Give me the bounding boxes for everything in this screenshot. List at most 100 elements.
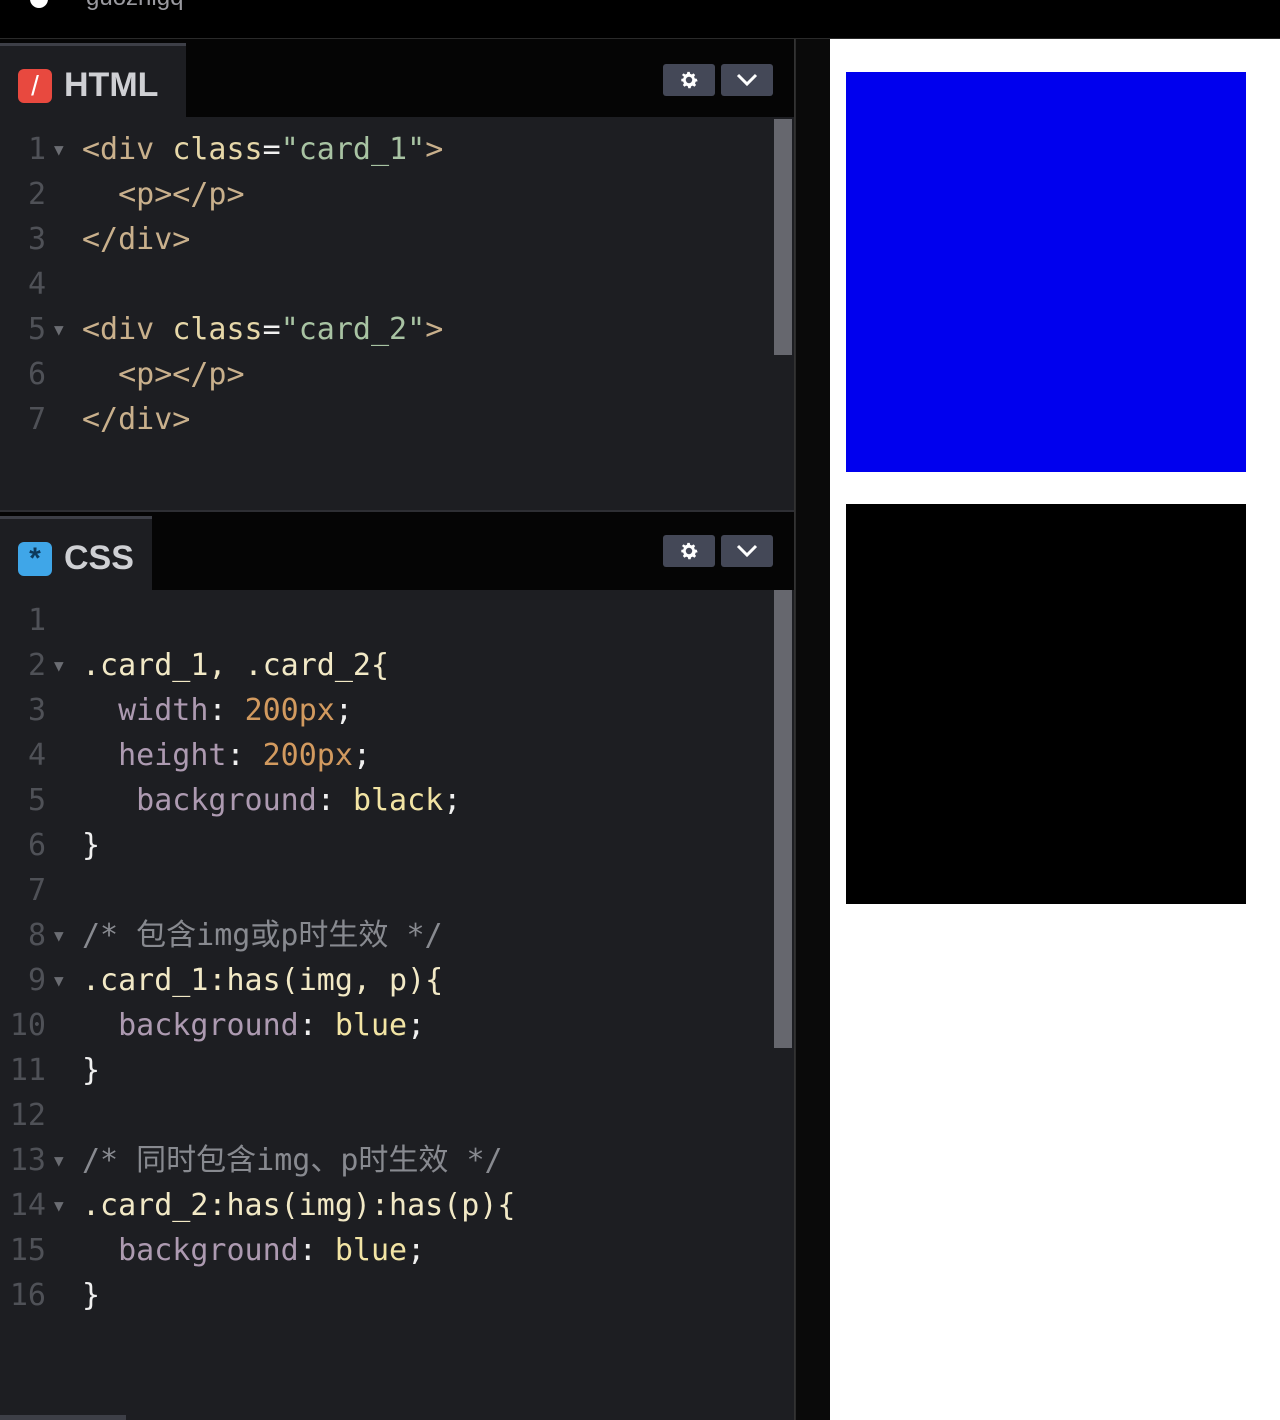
line-number: 5 — [27, 783, 46, 818]
line-number: 5 — [27, 312, 46, 347]
css-code-editor[interactable]: 1 2 ▼ .card_1, .card_2{3 width: 200px; 4 hei… — [0, 598, 794, 1378]
css-code-line[interactable]: 14 ▼ .card_2:has(img):has(p){ — [0, 1183, 770, 1228]
code-text: </div> — [82, 402, 191, 437]
html-code-line[interactable]: 6 <p></p> — [0, 352, 770, 397]
preview-pane — [830, 39, 1280, 1420]
line-number: 2 — [27, 177, 46, 212]
editor-column: / HTML 1 ▼ <div class="card_1"> 2 <p></p> 3 <… — [0, 39, 795, 1420]
fold-arrow-icon[interactable]: ▼ — [54, 643, 64, 688]
line-number: 6 — [27, 828, 46, 863]
gear-icon — [681, 71, 698, 89]
code-text: background: black; — [82, 783, 462, 818]
html-code-line[interactable]: 7 </div> — [0, 397, 770, 442]
css-code-line[interactable]: 10 background: blue; — [0, 1003, 770, 1048]
code-text: <div class="card_2"> — [82, 312, 444, 347]
chevron-down-icon — [736, 73, 758, 87]
line-number: 7 — [27, 873, 46, 908]
html-code-line[interactable]: 2 <p></p> — [0, 172, 770, 217]
css-code-line[interactable]: 7 — [0, 868, 770, 913]
css-code-line[interactable]: 5 background: black; — [0, 778, 770, 823]
html-panel-header: / HTML — [0, 39, 794, 117]
top-bar: guozhigq — [0, 0, 1280, 39]
line-number: 7 — [27, 402, 46, 437]
css-scrollbar[interactable] — [774, 590, 792, 1048]
css-code-line[interactable]: 8 ▼ /* 包含img或p时生效 */ — [0, 913, 770, 958]
html-collapse-button[interactable] — [721, 64, 773, 96]
line-number: 16 — [9, 1278, 46, 1313]
html-code-line[interactable]: 5 ▼ <div class="card_2"> — [0, 307, 770, 352]
line-number: 12 — [9, 1098, 46, 1133]
css-code-line[interactable]: 9 ▼ .card_1:has(img, p){ — [0, 958, 770, 1003]
css-code-line[interactable]: 15 background: blue; — [0, 1228, 770, 1273]
line-number: 15 — [9, 1233, 46, 1268]
code-text: <p></p> — [82, 177, 245, 212]
html-code-line[interactable]: 1 ▼ <div class="card_1"> — [0, 127, 770, 172]
fold-arrow-icon[interactable]: ▼ — [54, 1138, 64, 1183]
line-number: 14 — [9, 1188, 46, 1223]
html-panel-title: HTML — [64, 66, 159, 104]
html-code-line[interactable]: 4 — [0, 262, 770, 307]
line-number: 9 — [27, 963, 46, 998]
fold-arrow-icon[interactable]: ▼ — [54, 127, 64, 172]
css-code-line[interactable]: 3 width: 200px; — [0, 688, 770, 733]
code-text: .card_1:has(img, p){ — [82, 963, 444, 998]
css-code-line[interactable]: 11} — [0, 1048, 770, 1093]
code-text: <div class="card_1"> — [82, 132, 444, 167]
fold-arrow-icon[interactable]: ▼ — [54, 958, 64, 1003]
resize-gutter[interactable] — [795, 39, 830, 1420]
code-text: width: 200px; — [82, 693, 353, 728]
line-number: 6 — [27, 357, 46, 392]
code-text: /* 包含img或p时生效 */ — [82, 918, 443, 953]
html-code-line[interactable]: 3 </div> — [0, 217, 770, 262]
code-text: .card_1, .card_2{ — [82, 648, 390, 683]
html-code-editor[interactable]: 1 ▼ <div class="card_1"> 2 <p></p> 3 </div> 4 5… — [0, 127, 794, 511]
css-settings-button[interactable] — [663, 535, 715, 567]
line-number: 1 — [27, 132, 46, 167]
tab-html[interactable]: / HTML — [0, 43, 186, 117]
line-number: 3 — [27, 222, 46, 257]
html-badge-icon: / — [18, 69, 52, 103]
code-text: } — [82, 1278, 101, 1313]
line-number: 11 — [9, 1053, 46, 1088]
gear-icon — [681, 542, 698, 560]
line-number: 4 — [27, 267, 46, 302]
fold-arrow-icon[interactable]: ▼ — [54, 1183, 64, 1228]
css-code-line[interactable]: 12 — [0, 1093, 770, 1138]
code-text: height: 200px; — [82, 738, 371, 773]
css-collapse-button[interactable] — [721, 535, 773, 567]
chevron-down-icon — [736, 544, 758, 558]
code-text: } — [82, 828, 101, 863]
fold-arrow-icon[interactable]: ▼ — [54, 307, 64, 352]
line-number: 4 — [27, 738, 46, 773]
css-code-line[interactable]: 16} — [0, 1273, 770, 1318]
console-tab-edge[interactable] — [0, 1415, 126, 1420]
html-settings-button[interactable] — [663, 64, 715, 96]
code-text: <p></p> — [82, 357, 245, 392]
css-panel-header: * CSS — [0, 512, 794, 590]
line-number: 2 — [27, 648, 46, 683]
line-number: 1 — [27, 603, 46, 638]
css-code-line[interactable]: 4 height: 200px; — [0, 733, 770, 778]
line-number: 13 — [9, 1143, 46, 1178]
username[interactable]: guozhigq — [86, 0, 183, 12]
css-code-line[interactable]: 13 ▼ /* 同时包含img、p时生效 */ — [0, 1138, 770, 1183]
code-text: } — [82, 1053, 101, 1088]
code-text: background: blue; — [82, 1008, 426, 1043]
css-badge-icon: * — [18, 542, 52, 576]
css-code-line[interactable]: 6} — [0, 823, 770, 868]
user-avatar[interactable] — [30, 0, 48, 8]
line-number: 8 — [27, 918, 46, 953]
html-scrollbar[interactable] — [774, 119, 792, 355]
css-code-line[interactable]: 2 ▼ .card_1, .card_2{ — [0, 643, 770, 688]
line-number: 10 — [9, 1008, 46, 1043]
css-code-line[interactable]: 1 — [0, 598, 770, 643]
tab-css[interactable]: * CSS — [0, 516, 152, 590]
css-panel-title: CSS — [64, 539, 134, 577]
code-text: background: blue; — [82, 1233, 426, 1268]
code-text: .card_2:has(img):has(p){ — [82, 1188, 516, 1223]
code-text: </div> — [82, 222, 191, 257]
preview-card-1 — [846, 72, 1246, 472]
code-text: /* 同时包含img、p时生效 */ — [82, 1143, 503, 1178]
fold-arrow-icon[interactable]: ▼ — [54, 913, 64, 958]
line-number: 3 — [27, 693, 46, 728]
